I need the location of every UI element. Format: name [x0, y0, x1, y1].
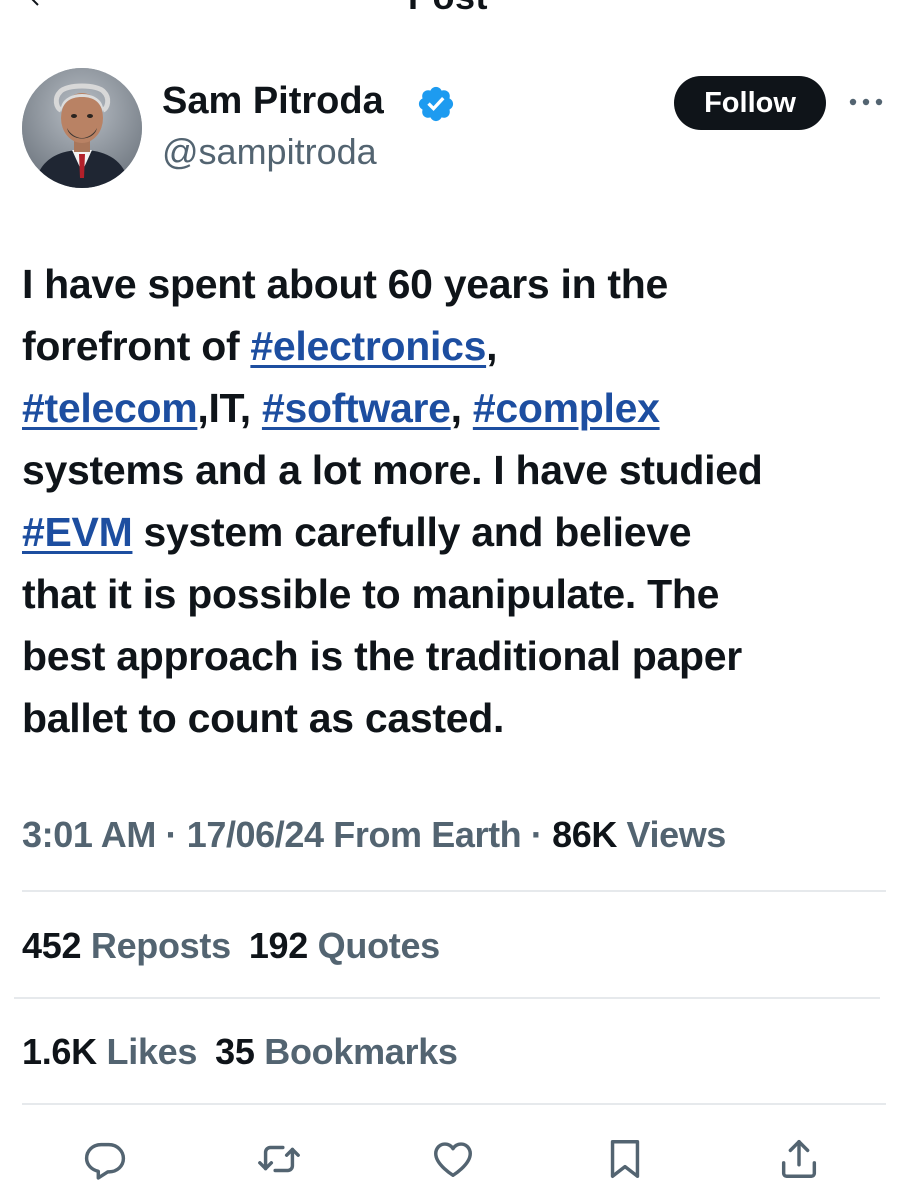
display-name[interactable]: Sam Pitroda: [162, 78, 384, 124]
views-label: Views: [616, 814, 727, 855]
header-title: Post: [408, 0, 488, 14]
tweet-meta: 3:01 AM · 17/06/24 From Earth · 86K View…: [22, 810, 726, 860]
tweet-text-segment: ballet to count as casted.: [22, 695, 505, 741]
avatar[interactable]: [22, 68, 142, 188]
repost-button[interactable]: [256, 1136, 302, 1182]
meta-separator: ·: [155, 814, 187, 855]
quotes-count: 192: [248, 925, 308, 966]
more-options-icon[interactable]: [846, 92, 886, 112]
reply-icon: [84, 1142, 126, 1180]
follow-button[interactable]: Follow: [674, 76, 826, 130]
hashtag-software[interactable]: #software: [262, 385, 451, 431]
tweet-line: #EVM system carefully and believe: [22, 501, 892, 563]
tweet-text-segment: ,: [486, 323, 498, 369]
back-arrow-icon[interactable]: [26, 0, 50, 10]
likes-label: Likes: [96, 1031, 198, 1072]
reposts-label: Reposts: [81, 925, 231, 966]
tweet-text: I have spent about 60 years in the foref…: [22, 253, 892, 749]
share-button[interactable]: [776, 1136, 822, 1182]
hashtag-evm[interactable]: #EVM: [22, 509, 133, 555]
tweet-line: ballet to count as casted.: [22, 687, 892, 749]
bookmark-icon: [610, 1140, 640, 1178]
views-count[interactable]: 86K: [552, 814, 617, 855]
tweet-line: #telecom,IT, #software, #complex: [22, 377, 892, 439]
tweet-line: I have spent about 60 years in the: [22, 253, 892, 315]
hashtag-telecom[interactable]: #telecom: [22, 385, 198, 431]
bookmarks-stat[interactable]: 35 Bookmarks: [215, 1031, 458, 1072]
tweet-text-segment: best approach is the traditional paper: [22, 633, 742, 679]
bookmark-button[interactable]: [602, 1136, 648, 1182]
tweet-text-segment: forefront of: [22, 323, 251, 369]
tweet-text-segment: systems and a lot more. I have studied: [22, 447, 763, 493]
divider: [22, 1103, 886, 1105]
tweet-text-segment: I have spent about 60 years in the: [22, 261, 669, 307]
reposts-stat[interactable]: 452 Reposts: [22, 925, 231, 966]
tweet-text-segment: that it is possible to manipulate. The: [22, 571, 720, 617]
tweet-line: that it is possible to manipulate. The: [22, 563, 892, 625]
hashtag-electronics[interactable]: #electronics: [250, 323, 486, 369]
user-handle[interactable]: @sampitroda: [162, 130, 377, 174]
tweet-text-segment: ,IT,: [197, 385, 262, 431]
divider: [22, 890, 886, 892]
tweet-line: best approach is the traditional paper: [22, 625, 892, 687]
quotes-label: Quotes: [307, 925, 441, 966]
tweet-text-segment: ,: [450, 385, 473, 431]
reply-button[interactable]: [82, 1136, 128, 1182]
top-bar: Post: [0, 0, 907, 14]
post-time[interactable]: 3:01 AM: [22, 814, 156, 855]
tweet-line: forefront of #electronics,: [22, 315, 892, 377]
stats-row-engagement: 452 Reposts 192 Quotes: [22, 921, 458, 971]
likes-stat[interactable]: 1.6K Likes: [22, 1031, 197, 1072]
divider: [14, 997, 880, 999]
share-icon: [781, 1140, 817, 1178]
post-source: From Earth: [323, 814, 522, 855]
bookmarks-label: Bookmarks: [254, 1031, 458, 1072]
bookmarks-count: 35: [215, 1031, 255, 1072]
post-date[interactable]: 17/06/24: [187, 814, 324, 855]
tweet-line: systems and a lot more. I have studied: [22, 439, 892, 501]
tweet-text-segment: system carefully and believe: [132, 509, 692, 555]
meta-separator: ·: [521, 814, 553, 855]
like-button[interactable]: [430, 1136, 476, 1182]
hashtag-complex[interactable]: #complex: [473, 385, 660, 431]
repost-icon: [258, 1145, 300, 1173]
quotes-stat[interactable]: 192 Quotes: [249, 925, 440, 966]
reposts-count: 452: [22, 925, 82, 966]
likes-count: 1.6K: [22, 1031, 97, 1072]
verified-badge-icon: [418, 86, 454, 122]
like-icon: [434, 1142, 472, 1178]
stats-row-likes: 1.6K Likes 35 Bookmarks: [22, 1027, 476, 1077]
